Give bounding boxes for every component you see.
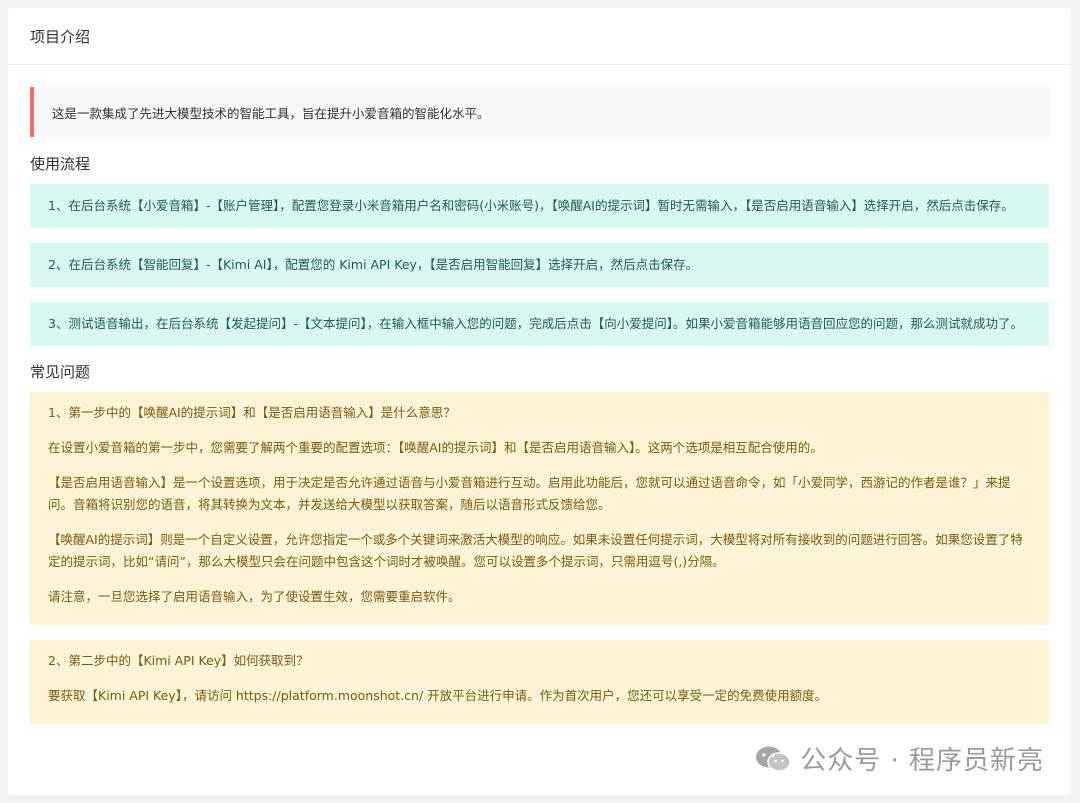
project-intro-card: 项目介绍 这是一款集成了先进大模型技术的智能工具，旨在提升小爱音箱的智能化水平。…: [8, 8, 1071, 795]
intro-text: 这是一款集成了先进大模型技术的智能工具，旨在提升小爱音箱的智能化水平。: [52, 105, 490, 121]
usage-step: 3、测试语音输出，在后台系统【发起提问】-【文本提问】，在输入框中输入您的问题，…: [30, 302, 1049, 346]
card-body: 这是一款集成了先进大模型技术的智能工具，旨在提升小爱音箱的智能化水平。 使用流程…: [8, 65, 1071, 724]
intro-alert: 这是一款集成了先进大模型技术的智能工具，旨在提升小爱音箱的智能化水平。: [30, 87, 1049, 137]
faq-answer-paragraph: 【唤醒AI的提示词】则是一个自定义设置，允许您指定一个或多个关键词来激活大模型的…: [48, 532, 1023, 569]
faq-section-title: 常见问题: [30, 363, 91, 381]
usage-step: 2、在后台系统【智能回复】-【Kimi AI】，配置您的 Kimi API Ke…: [30, 243, 1049, 287]
usage-step: 1、在后台系统【小爱音箱】-【账户管理】，配置您登录小米音箱用户名和密码(小米账…: [30, 184, 1049, 228]
faq-question: 2、第二步中的【Kimi API Key】如何获取到？: [48, 653, 309, 668]
faq-answer-paragraph: 请注意，一旦您选择了启用语音输入，为了使设置生效，您需要重启软件。: [48, 589, 461, 604]
card-header: 项目介绍: [8, 8, 1071, 65]
faq-answer-paragraph: 要获取【Kimi API Key】，请访问 https://platform.m…: [48, 688, 828, 703]
faq-question: 1、第一步中的【唤醒AI的提示词】和【是否启用语音输入】是什么意思？: [48, 405, 456, 420]
watermark: 公众号 · 程序员新亮: [754, 740, 1044, 777]
watermark-text: 公众号 · 程序员新亮: [800, 746, 1044, 776]
faq-answer-paragraph: 在设置小爱音箱的第一步中，您需要了解两个重要的配置选项：【唤醒AI的提示词】和【…: [48, 440, 823, 455]
wechat-icon: [756, 746, 791, 772]
page-title: 项目介绍: [30, 27, 91, 46]
faq-item: 2、第二步中的【Kimi API Key】如何获取到？ 要获取【Kimi API…: [30, 640, 1049, 724]
faq-answer-paragraph: 【是否启用语音输入】是一个设置选项，用于决定是否允许通过语音与小爱音箱进行互动。…: [48, 475, 1011, 512]
usage-section-title: 使用流程: [30, 155, 91, 173]
faq-item: 1、第一步中的【唤醒AI的提示词】和【是否启用语音输入】是什么意思？ 在设置小爱…: [30, 392, 1049, 625]
